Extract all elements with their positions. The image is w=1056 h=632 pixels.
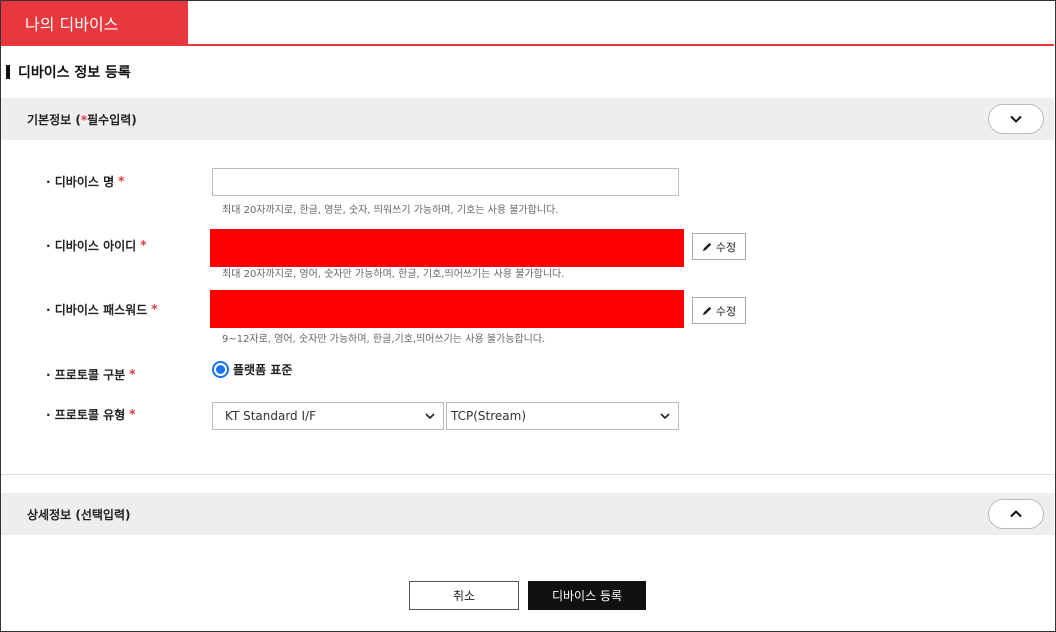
- protocol-kind-label: · 프로토콜 구분 *: [46, 367, 136, 382]
- basic-info-header: 기본정보 (*필수입력): [1, 98, 1054, 140]
- panel-divider: [1, 474, 1054, 475]
- chevron-down-icon: [660, 413, 670, 420]
- platform-standard-label: 플랫폼 표준: [233, 363, 293, 377]
- basic-info-title: 기본정보 (*필수입력): [27, 112, 137, 127]
- device-id-redacted: [210, 229, 684, 267]
- device-password-edit-button[interactable]: 수정: [692, 297, 746, 324]
- basic-info-collapse-button[interactable]: [988, 104, 1044, 134]
- device-name-input[interactable]: [212, 168, 679, 196]
- protocol-transport-select[interactable]: TCP(Stream): [446, 402, 679, 430]
- chevron-down-icon: [425, 413, 435, 420]
- pencil-icon: [702, 306, 712, 316]
- device-id-hint: 최대 20자까지로, 영어, 숫자만 가능하며, 한글, 기호,띄어쓰기는 사용…: [222, 269, 565, 280]
- pencil-icon: [702, 242, 712, 252]
- protocol-interface-select[interactable]: KT Standard I/F: [212, 402, 444, 430]
- register-device-button[interactable]: 디바이스 등록: [528, 581, 646, 610]
- protocol-kind-radio-group: 플랫폼 표준: [212, 361, 292, 378]
- device-password-label: · 디바이스 패스워드 *: [46, 302, 158, 317]
- detail-info-header: 상세정보 (선택입력): [1, 493, 1054, 535]
- detail-info-expand-button[interactable]: [988, 499, 1044, 529]
- device-name-hint: 최대 20자까지로, 한글, 영문, 숫자, 띄워쓰기 가능하며, 기호는 사용…: [222, 205, 559, 216]
- device-id-label: · 디바이스 아이디 *: [46, 238, 147, 253]
- device-id-edit-button[interactable]: 수정: [692, 233, 746, 260]
- chevron-up-icon: [1010, 510, 1022, 518]
- detail-info-title: 상세정보 (선택입력): [27, 507, 131, 522]
- tab-bar: 나의 디바이스: [1, 1, 1054, 46]
- protocol-type-label: · 프로토콜 유형 *: [46, 407, 136, 422]
- chevron-down-icon: [1010, 115, 1022, 123]
- tab-my-devices[interactable]: 나의 디바이스: [1, 1, 188, 45]
- cancel-button[interactable]: 취소: [409, 581, 519, 610]
- section-title: 디바이스 정보 등록: [6, 62, 131, 82]
- device-name-label: · 디바이스 명 *: [46, 174, 125, 189]
- platform-standard-radio[interactable]: [212, 361, 229, 378]
- device-password-redacted: [210, 290, 684, 328]
- section-title-text: 디바이스 정보 등록: [18, 65, 131, 81]
- title-bar-marker: [6, 65, 10, 79]
- device-password-hint: 9~12자로, 영어, 숫자만 가능하며, 한글,기호,띄어쓰기는 사용 불가능…: [222, 334, 546, 345]
